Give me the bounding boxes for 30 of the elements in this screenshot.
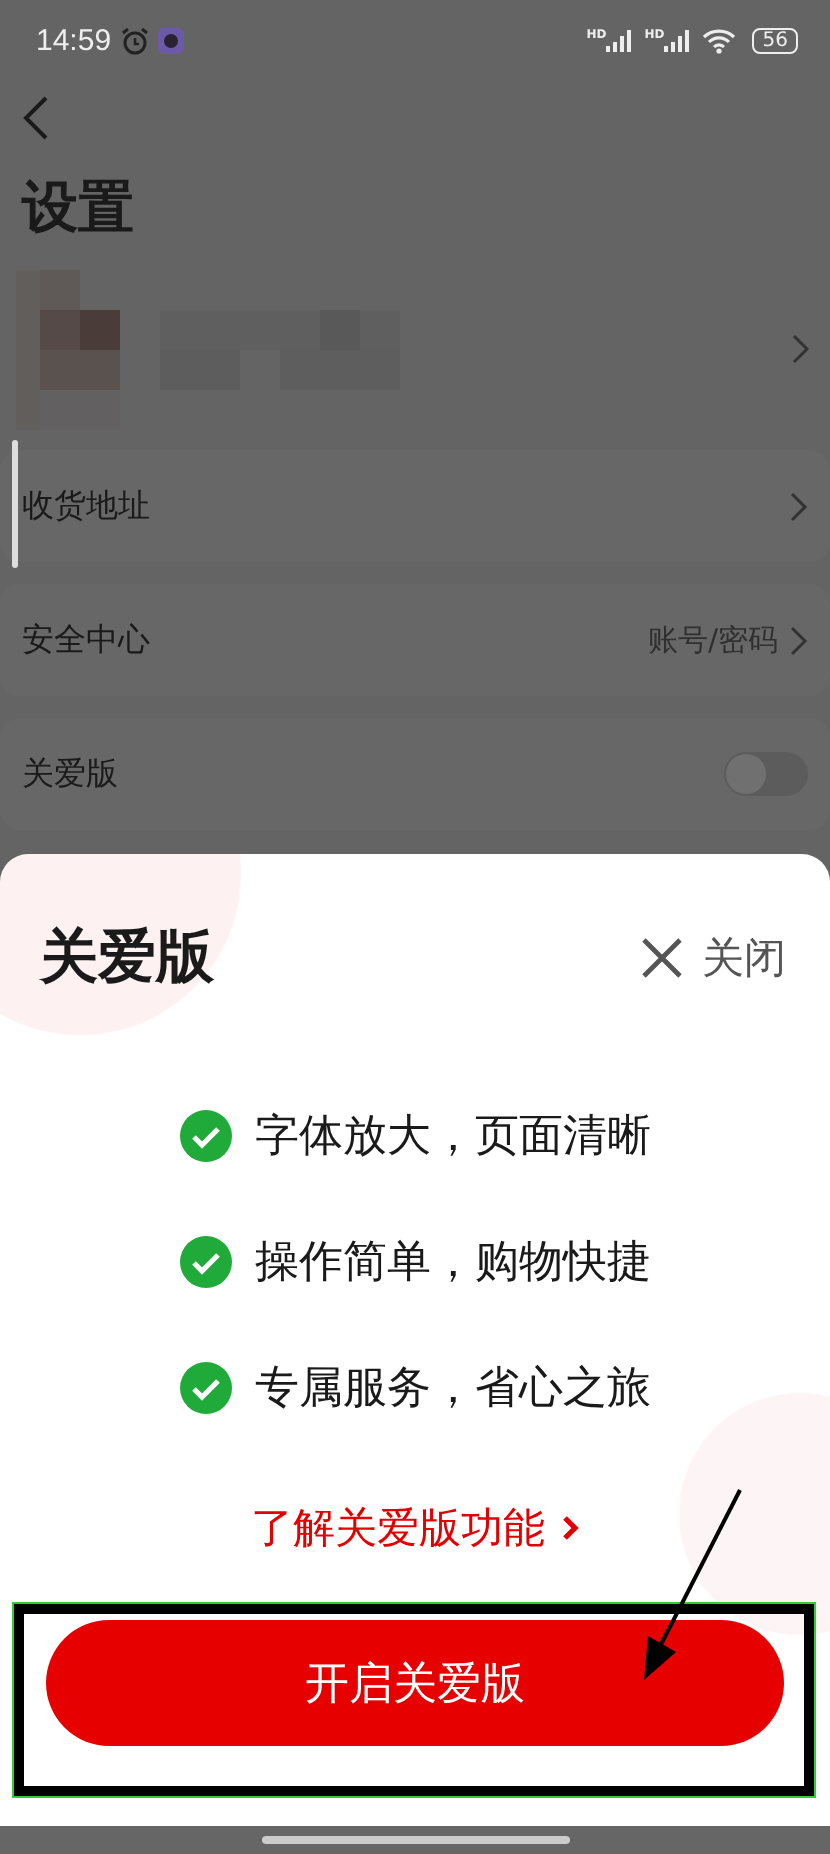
chevron-icon [561, 1514, 579, 1542]
wifi-icon [702, 27, 737, 53]
home-indicator[interactable] [261, 1836, 569, 1844]
close-icon [640, 936, 684, 980]
alarm-clock-icon [119, 25, 150, 55]
chevron-icon [790, 491, 808, 521]
chevron-icon [790, 625, 808, 655]
signal-icon [664, 29, 691, 51]
feature-text: 字体放大，页面清晰 [255, 1110, 651, 1166]
check-circle-icon [179, 1236, 231, 1288]
learn-more-link[interactable]: 了解关爱版功能 [251, 1500, 579, 1556]
check-circle-icon [179, 1110, 231, 1162]
scroll-indicator [12, 440, 18, 568]
back-icon[interactable] [22, 96, 50, 140]
close-button[interactable]: 关闭 [640, 930, 786, 986]
feature-text: 专属服务，省心之旅 [255, 1362, 651, 1418]
feature-text: 操作简单，购物快捷 [255, 1236, 651, 1292]
row-value: 账号/密码 [647, 621, 778, 659]
row-label: 关爱版 [22, 753, 118, 795]
status-time: 14:59 [36, 23, 112, 57]
signal-icon [606, 29, 633, 51]
app-icon [157, 27, 184, 53]
row-label: 收货地址 [22, 485, 150, 527]
chevron-icon [792, 334, 810, 364]
check-circle-icon [179, 1362, 231, 1414]
battery-icon: 56 [752, 27, 798, 53]
page-title: 设置 [19, 172, 136, 244]
sheet-title: 关爱版 [40, 920, 214, 994]
enable-button[interactable]: 开启关爱版 [46, 1620, 784, 1746]
row-label: 安全中心 [22, 619, 150, 661]
